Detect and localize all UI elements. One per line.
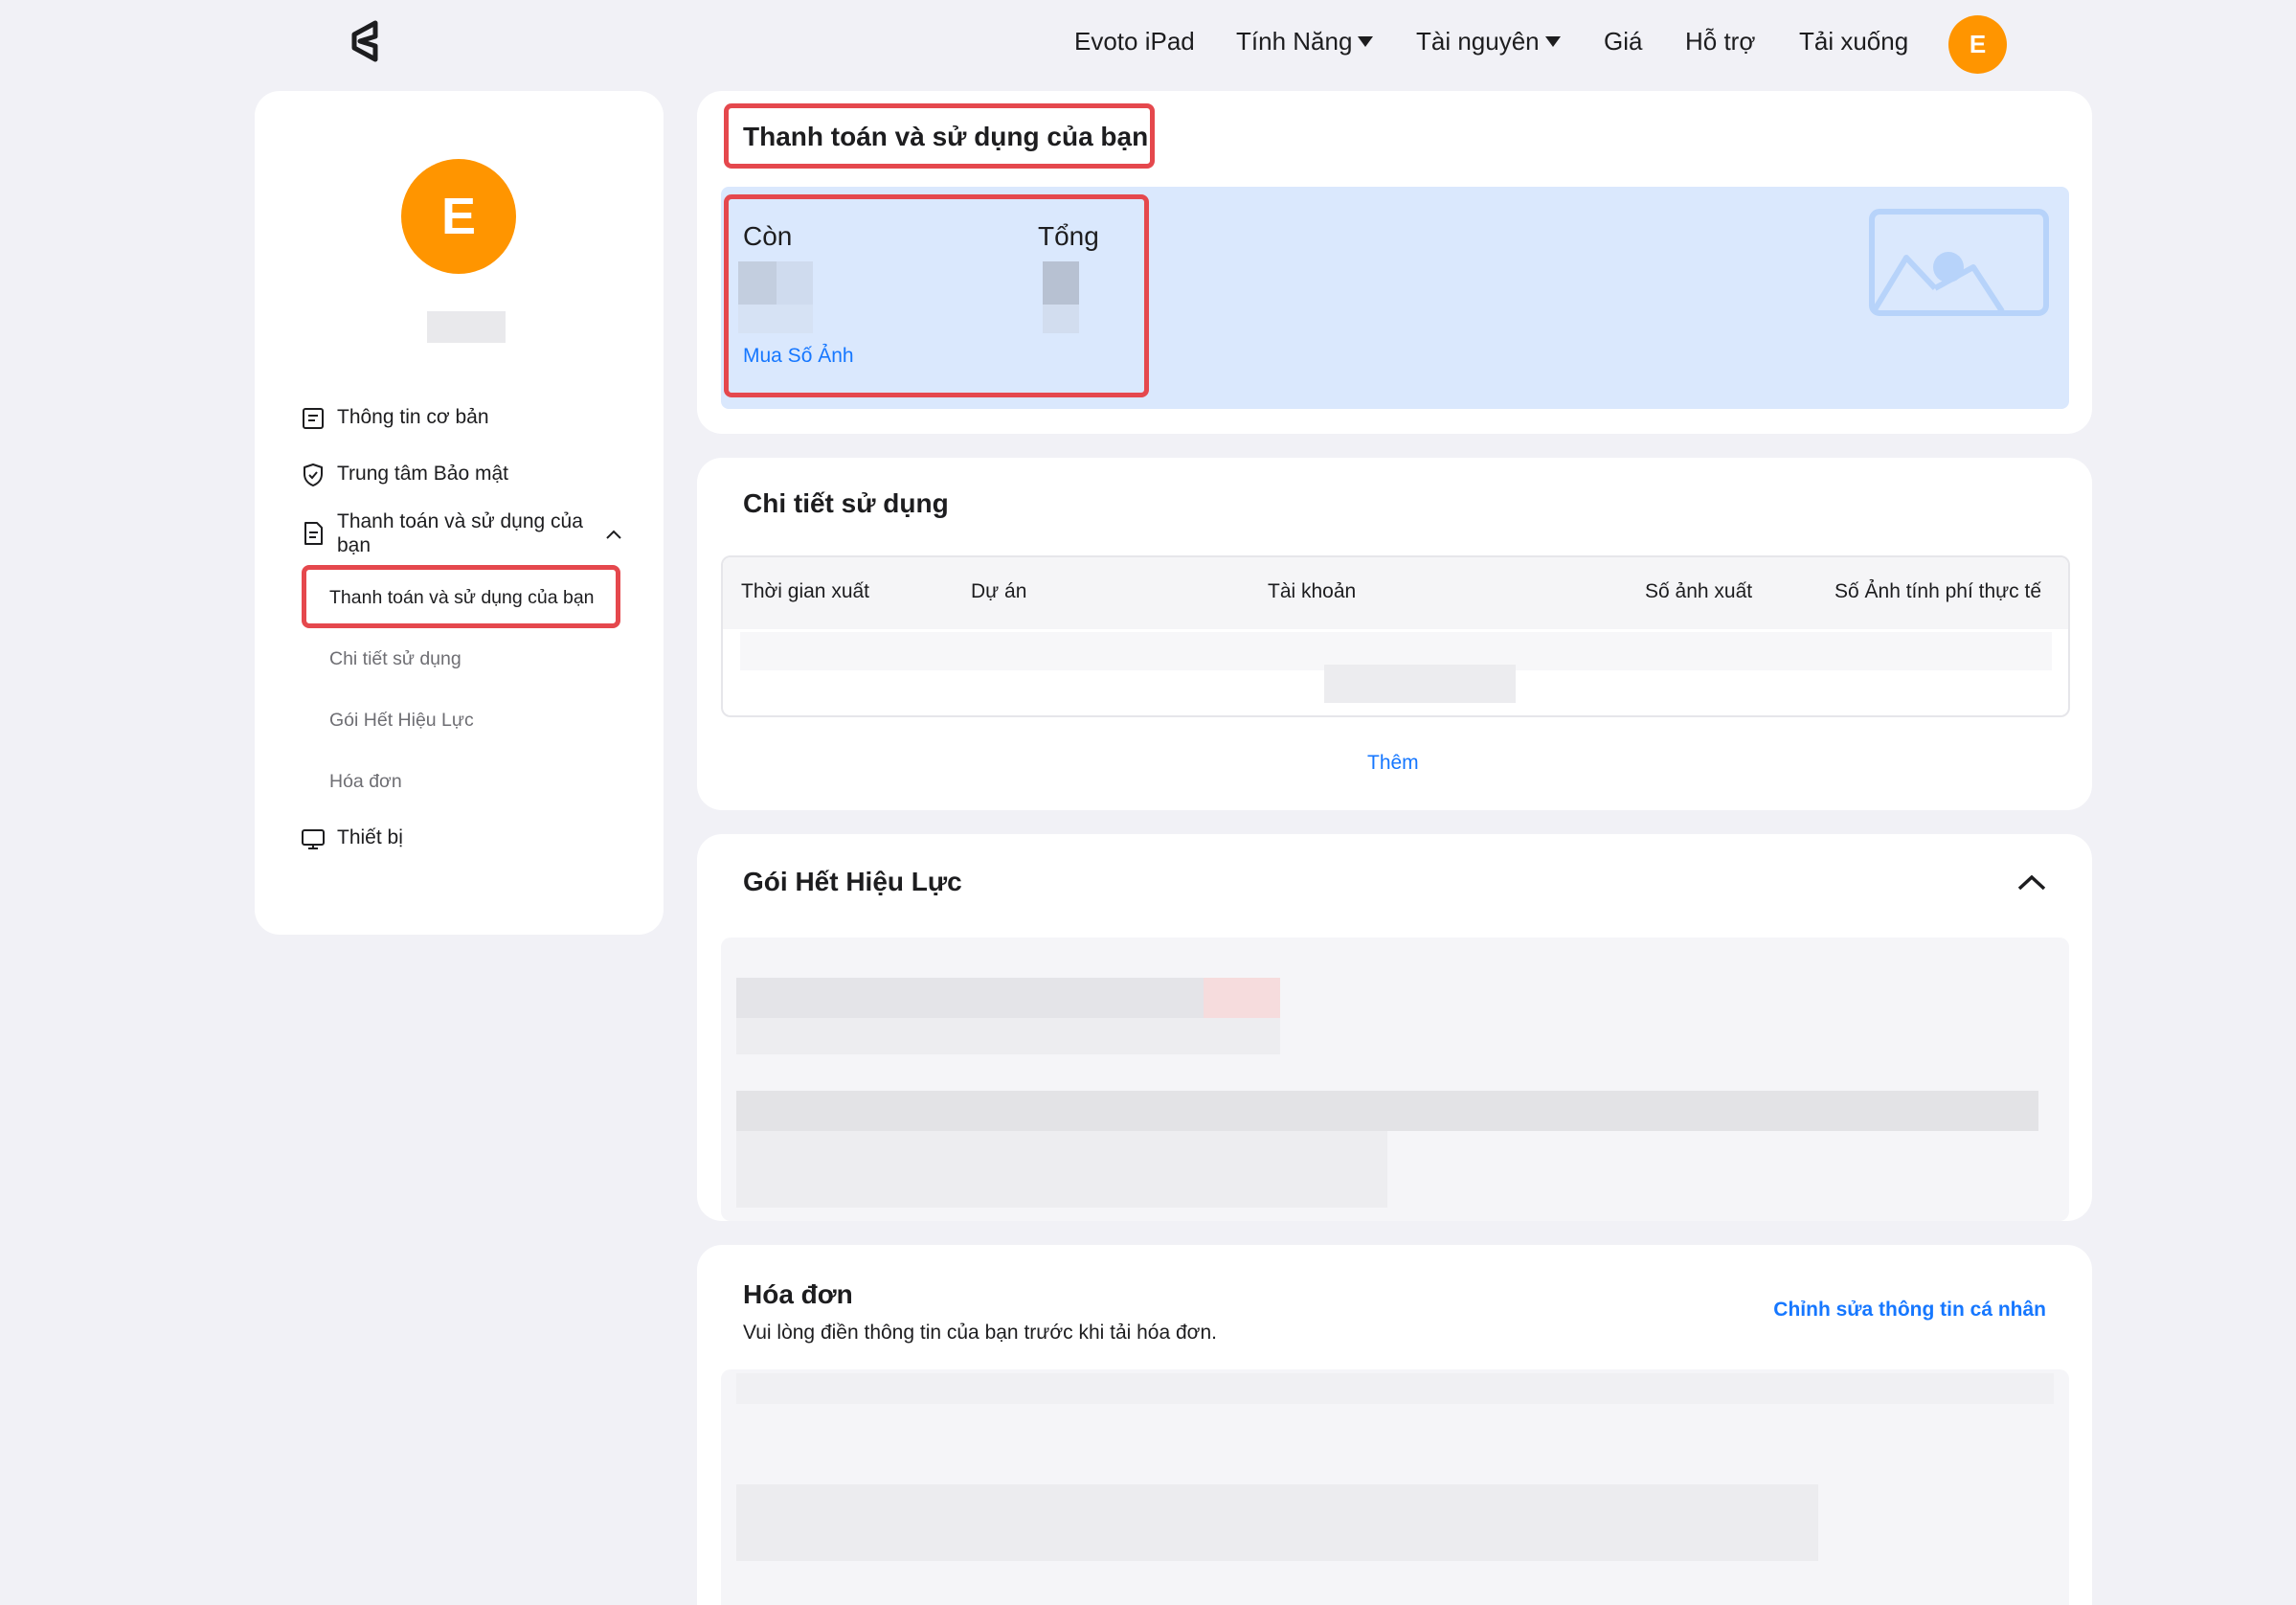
table-row-redacted xyxy=(1324,665,1516,703)
nav-support[interactable]: Hỗ trợ xyxy=(1685,27,1755,57)
monitor-icon xyxy=(302,829,325,849)
username-redacted xyxy=(427,311,506,343)
sidebar-item-devices[interactable]: Thiết bị xyxy=(301,826,403,851)
image-placeholder-icon xyxy=(1869,209,2049,316)
redacted-block xyxy=(736,1131,1387,1208)
evoto-logo-icon[interactable] xyxy=(347,19,387,63)
sidebar-subitem-expired-plans[interactable]: Gói Hết Hiệu Lực xyxy=(329,710,474,732)
invoice-card: Hóa đơn Vui lòng điền thông tin của bạn … xyxy=(697,1245,2092,1605)
top-nav: Evoto iPad Tính Năng Tài nguyên Giá Hỗ t… xyxy=(0,0,2296,88)
expired-plans-list-redacted xyxy=(721,938,2069,1221)
redacted-block xyxy=(736,1018,1280,1054)
redacted-block xyxy=(736,978,1204,1018)
expired-plans-card: Gói Hết Hiệu Lực xyxy=(697,834,2092,1221)
invoice-subtitle: Vui lòng điền thông tin của bạn trước kh… xyxy=(743,1322,1217,1344)
chevron-up-icon[interactable] xyxy=(2015,872,2048,893)
chevron-up-icon[interactable] xyxy=(603,527,624,542)
nav-evoto-ipad[interactable]: Evoto iPad xyxy=(1074,27,1195,57)
highlight-box xyxy=(724,103,1155,169)
shield-icon xyxy=(304,463,323,486)
col-charged-photos: Số Ảnh tính phí thực tế xyxy=(1835,580,2042,602)
dropdown-caret-icon xyxy=(1544,36,1561,47)
highlight-box xyxy=(302,565,620,628)
sidebar-item-label: Trung tâm Bảo mật xyxy=(337,463,508,485)
sidebar-item-label: Thanh toán và sử dụng của bạn xyxy=(337,510,583,556)
redacted-block xyxy=(736,1091,2038,1131)
sidebar-subitem-invoice[interactable]: Hóa đơn xyxy=(329,771,402,793)
nav-download[interactable]: Tải xuống xyxy=(1799,27,1908,57)
col-exported-photos: Số ảnh xuất xyxy=(1645,580,1753,602)
billing-card: Thanh toán và sử dụng của bạn Còn Tổng M… xyxy=(697,91,2092,434)
nav-pricing[interactable]: Giá xyxy=(1604,27,1642,57)
profile-avatar: E xyxy=(401,159,516,274)
edit-personal-info-link[interactable]: Chỉnh sửa thông tin cá nhân xyxy=(1773,1299,2046,1322)
dropdown-caret-icon xyxy=(1358,36,1374,47)
expired-title: Gói Hết Hiệu Lực xyxy=(743,867,962,896)
receipt-icon xyxy=(304,522,323,545)
account-sidebar: E Thông tin cơ bản Trung tâm Bảo mật Tha… xyxy=(255,91,664,935)
user-avatar[interactable]: E xyxy=(1948,15,2007,74)
table-header: Thời gian xuất Dự án Tài khoản Số ảnh xu… xyxy=(723,557,2068,629)
sidebar-item-label: Thiết bị xyxy=(337,826,403,848)
col-project: Dự án xyxy=(971,580,1027,602)
redacted-block xyxy=(736,1484,1818,1561)
document-icon xyxy=(303,408,324,429)
sidebar-item-security[interactable]: Trung tâm Bảo mật xyxy=(301,463,508,487)
usage-title: Chi tiết sử dụng xyxy=(743,488,949,518)
sidebar-item-basic-info[interactable]: Thông tin cơ bản xyxy=(301,406,489,431)
invoice-list-redacted xyxy=(721,1369,2069,1605)
usage-details-card: Chi tiết sử dụng Thời gian xuất Dự án Tà… xyxy=(697,458,2092,810)
highlight-box xyxy=(724,194,1149,397)
invoice-title: Hóa đơn xyxy=(743,1279,853,1309)
usage-table: Thời gian xuất Dự án Tài khoản Số ảnh xu… xyxy=(721,555,2070,717)
sidebar-item-label: Thông tin cơ bản xyxy=(337,406,489,428)
sidebar-item-billing[interactable]: Thanh toán và sử dụng của bạn xyxy=(301,509,626,557)
nav-resources[interactable]: Tài nguyên xyxy=(1416,27,1561,57)
col-export-time: Thời gian xuất xyxy=(741,580,870,602)
redacted-block xyxy=(736,1373,2054,1404)
redacted-block xyxy=(1204,978,1280,1018)
sidebar-subitem-usage-details[interactable]: Chi tiết sử dụng xyxy=(329,648,461,670)
col-account: Tài khoản xyxy=(1268,580,1357,602)
more-link[interactable]: Thêm xyxy=(1367,752,1419,775)
nav-features[interactable]: Tính Năng xyxy=(1236,27,1374,57)
